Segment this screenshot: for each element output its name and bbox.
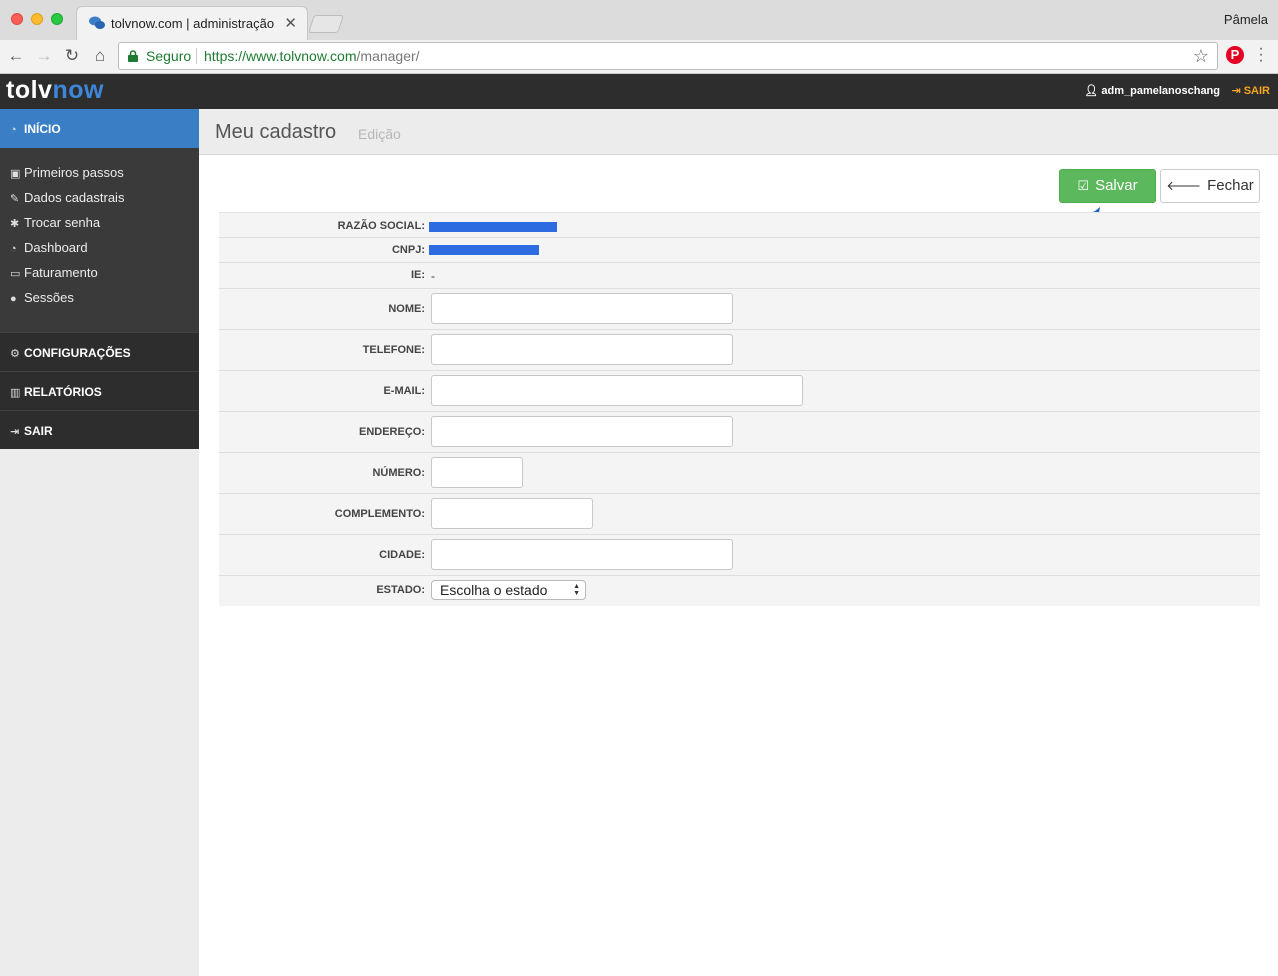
form-row-razao-social: RAZÃO SOCIAL: [219, 213, 1260, 238]
sidebar-item-configuracoes[interactable]: ⚙ CONFIGURAÇÕES [0, 332, 199, 371]
endereco-input[interactable] [431, 416, 733, 447]
secure-label: Seguro [146, 48, 192, 64]
estado-label: ESTADO: [376, 584, 425, 596]
cidade-input[interactable] [431, 539, 733, 570]
cogs-icon: ⚙ [10, 348, 20, 360]
form-row-endereco: ENDEREÇO: [219, 412, 1260, 453]
select-arrows-icon: ▲ ▼ [573, 583, 580, 597]
menu-kebab-icon[interactable]: · · · [1256, 41, 1266, 69]
endereco-label: ENDEREÇO: [358, 426, 425, 438]
back-arrow-icon[interactable]: ← [5, 45, 27, 67]
complemento-input[interactable] [431, 498, 593, 529]
star-icon[interactable]: ☆ [1193, 46, 1209, 67]
header-logout-link[interactable]: ⇥ SAIR [1231, 84, 1270, 97]
estado-select[interactable]: Escolha o estado ▲ ▼ [431, 580, 586, 600]
user-name[interactable]: 👤︎ adm_pamelanoschang [1084, 84, 1220, 97]
save-button[interactable]: ☑ Salvar [1059, 169, 1156, 203]
pinterest-icon[interactable]: P [1226, 46, 1244, 64]
sidebar-item-faturamento[interactable]: ▭ Faturamento [0, 264, 199, 289]
complemento-label: COMPLEMENTO: [334, 508, 425, 520]
arrow-left-icon: 🡐 [1166, 178, 1202, 193]
address-separator [196, 48, 197, 64]
nome-label: NOME: [388, 303, 425, 315]
close-button[interactable]: 🡐 Fechar [1160, 169, 1260, 203]
estado-selected-value: Escolha o estado [440, 582, 548, 598]
form-row-email: E-MAIL: [219, 371, 1260, 412]
sign-out-icon: ⇥ [1231, 85, 1244, 97]
lock-icon [128, 50, 138, 62]
home-icon[interactable]: ⌂ [89, 45, 111, 67]
window-close-button[interactable] [11, 13, 23, 25]
page-header: Meu cadastro Edição [199, 109, 1278, 155]
address-bar[interactable]: Seguro https://www.tolvnow.com/manager/ … [118, 42, 1218, 70]
sidebar-item-primeiros-passos[interactable]: ▣ Primeiros passos [0, 164, 199, 189]
redacted-value [429, 222, 557, 232]
window-minimize-button[interactable] [31, 13, 43, 25]
sidebar-item-sair[interactable]: ⇥ SAIR [0, 410, 199, 449]
razao-social-label: RAZÃO SOCIAL: [337, 220, 425, 232]
window-maximize-button[interactable] [51, 13, 63, 25]
sidebar-item-dashboard[interactable]: ◔ Dashboard [0, 239, 199, 264]
logo[interactable]: tolvnow [6, 76, 104, 105]
money-icon: ▭ [10, 268, 21, 280]
page-subtitle: Edição [358, 126, 401, 142]
form-row-cidade: CIDADE: [219, 535, 1260, 576]
sidebar: ◔ INÍCIO ▣ Primeiros passos ✎ Dados cadastr… [0, 109, 199, 976]
ie-value: - [431, 269, 435, 283]
telefone-label: TELEFONE: [362, 344, 425, 356]
cnpj-label: CNPJ: [391, 244, 425, 256]
browser-toolbar: ← → ↻ ⌂ Seguro https://www.tolvnow.com/m… [0, 40, 1278, 74]
redacted-value [429, 245, 539, 255]
page-title: Meu cadastro [215, 121, 337, 143]
form-row-telefone: TELEFONE: [219, 330, 1260, 371]
tab-title: tolvnow.com | administração [111, 16, 275, 31]
edit-icon: ✎ [10, 193, 20, 205]
briefcase-icon: ▣ [10, 168, 21, 180]
chat-bubbles-icon [89, 16, 105, 29]
user-icon: ● [10, 293, 17, 305]
numero-label: NÚMERO: [372, 467, 425, 479]
form-row-ie: IE: - [219, 263, 1260, 289]
bar-chart-icon: ▥ [10, 387, 21, 399]
profile-name[interactable]: Pâmela [1224, 12, 1268, 27]
telefone-input[interactable] [431, 334, 733, 365]
tab-close-icon[interactable]: ✕ [284, 14, 297, 32]
asterisk-icon: ✱ [10, 218, 20, 230]
registration-form: RAZÃO SOCIAL: CNPJ: IE: - NOME: TELEFONE… [219, 212, 1260, 606]
check-square-icon: ☑ [1077, 178, 1090, 193]
email-label: E-MAIL: [383, 385, 425, 397]
sidebar-item-relatorios[interactable]: ▥ RELATÓRIOS [0, 371, 199, 410]
reload-icon[interactable]: ↻ [61, 45, 83, 67]
browser-tab[interactable]: tolvnow.com | administração ✕ [76, 6, 308, 40]
sidebar-item-dados-cadastrais[interactable]: ✎ Dados cadastrais [0, 189, 199, 214]
form-row-numero: NÚMERO: [219, 453, 1260, 494]
sidebar-item-trocar-senha[interactable]: ✱ Trocar senha [0, 214, 199, 239]
dashboard-icon: ◔ [10, 124, 17, 136]
nome-input[interactable] [431, 293, 733, 324]
sidebar-item-sessoes[interactable]: ● Sessões [0, 289, 199, 314]
email-input[interactable] [431, 375, 803, 406]
forward-arrow-icon[interactable]: → [33, 45, 55, 67]
app-header: tolvnow 👤︎ adm_pamelanoschang ⇥ SAIR [0, 74, 1278, 109]
dashboard-icon: ◔ [10, 243, 17, 255]
sign-out-icon: ⇥ [10, 426, 20, 438]
cidade-label: CIDADE: [379, 549, 425, 561]
form-row-complemento: COMPLEMENTO: [219, 494, 1260, 535]
sidebar-submenu: ▣ Primeiros passos ✎ Dados cadastrais ✱ Tro… [0, 148, 199, 332]
new-tab-button[interactable] [308, 15, 344, 33]
form-row-cnpj: CNPJ: [219, 238, 1260, 263]
numero-input[interactable] [431, 457, 523, 488]
sidebar-item-inicio[interactable]: ◔ INÍCIO [0, 109, 199, 148]
url-text: https://www.tolvnow.com/manager/ [204, 48, 420, 64]
form-row-nome: NOME: [219, 289, 1260, 330]
form-row-estado: ESTADO: Escolha o estado ▲ ▼ [219, 576, 1260, 606]
browser-tab-bar: tolvnow.com | administração ✕ Pâmela [0, 0, 1278, 40]
user-icon: 👤︎ [1084, 85, 1102, 97]
ie-label: IE: [410, 269, 425, 281]
